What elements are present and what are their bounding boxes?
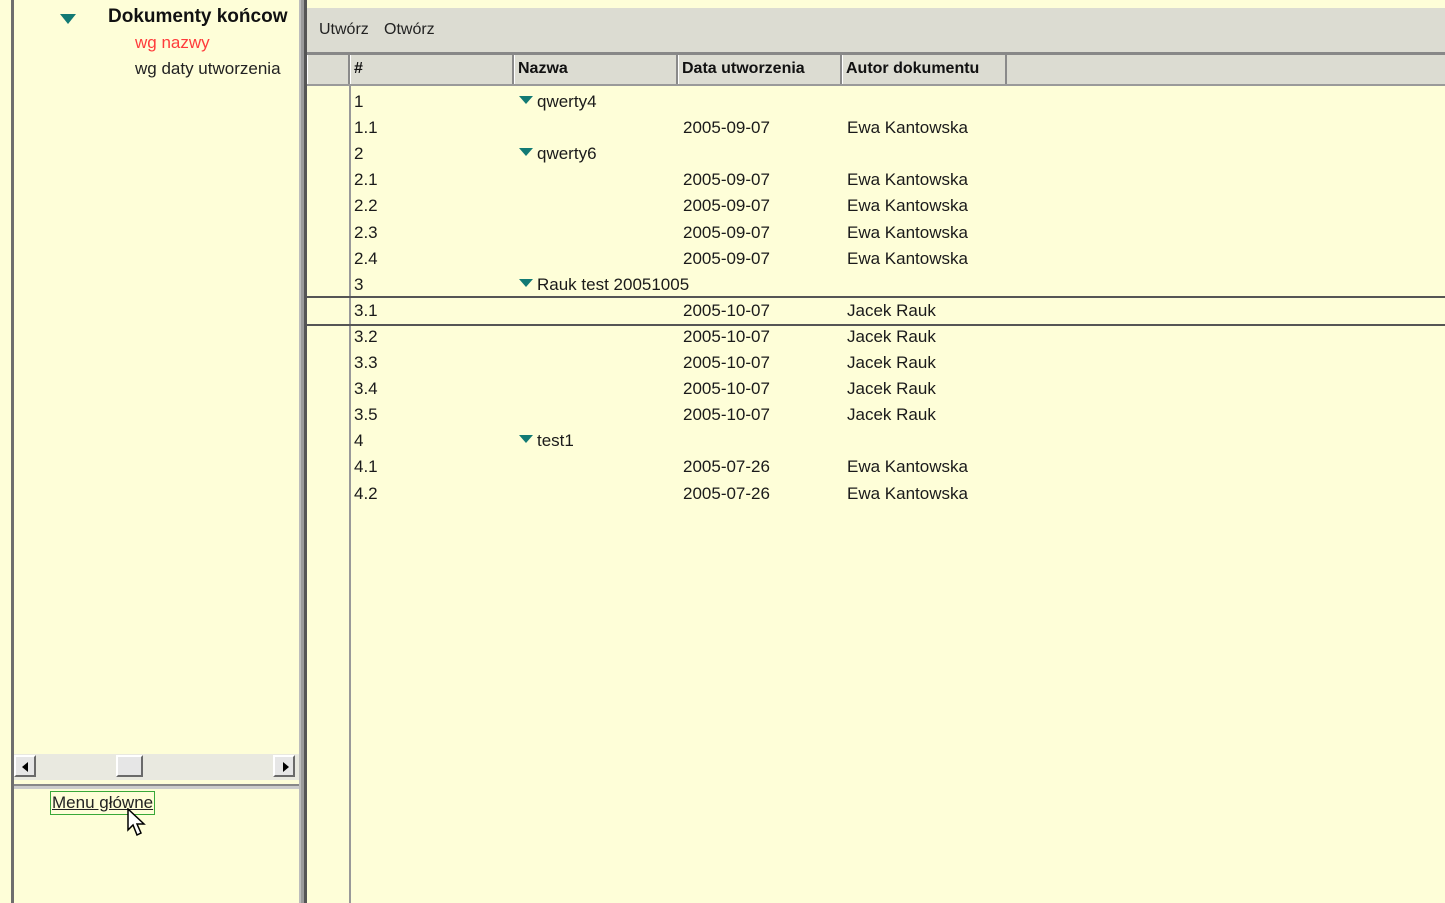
cell-number: 3 <box>354 274 364 294</box>
cell-number: 2.4 <box>354 248 378 268</box>
cell-number: 2.2 <box>354 196 378 216</box>
scroll-left-button[interactable] <box>14 755 36 777</box>
scrollbar-thumb[interactable] <box>116 755 143 777</box>
table-row[interactable]: 2.1 2005-09-07 Ewa Kantowska <box>307 167 1445 193</box>
cell-author: Ewa Kantowska <box>847 457 968 477</box>
cell-number: 3.4 <box>354 379 378 399</box>
cell-author: Ewa Kantowska <box>847 170 968 190</box>
cell-author: Jacek Rauk <box>847 405 936 425</box>
expand-arrow-icon[interactable] <box>519 148 533 157</box>
cell-number: 3.2 <box>354 326 378 346</box>
column-header-name[interactable]: Nazwa <box>514 55 678 84</box>
column-header-author[interactable]: Autor dokumentu <box>842 55 1007 84</box>
group-name: qwerty4 <box>537 92 597 111</box>
expand-arrow-icon[interactable] <box>60 14 76 24</box>
table-group-row[interactable]: 2 qwerty6 <box>307 141 1445 167</box>
cell-number: 3.1 <box>354 300 378 320</box>
cell-number: 2.3 <box>354 222 378 242</box>
table-row[interactable]: 3.3 2005-10-07 Jacek Rauk <box>307 350 1445 376</box>
navigation-panel: Dokumenty końcow wg nazwy wg daty utworz… <box>14 0 299 903</box>
cell-number: 4.2 <box>354 483 378 503</box>
arrow-right-icon <box>283 762 289 772</box>
table-row[interactable]: 3.5 2005-10-07 Jacek Rauk <box>307 402 1445 428</box>
cell-created-date: 2005-09-07 <box>683 248 770 268</box>
cell-name: test1 <box>519 428 574 454</box>
expand-arrow-icon[interactable] <box>519 435 533 444</box>
horizontal-scrollbar[interactable] <box>14 754 299 780</box>
expand-arrow-icon[interactable] <box>519 96 533 104</box>
cell-author: Ewa Kantowska <box>847 483 968 503</box>
cell-number: 4.1 <box>354 457 378 477</box>
expand-arrow-icon[interactable] <box>519 278 533 287</box>
cell-created-date: 2005-10-07 <box>683 300 770 320</box>
cell-created-date: 2005-10-07 <box>683 379 770 399</box>
cell-number: 3.3 <box>354 353 378 372</box>
cell-created-date: 2005-07-26 <box>683 457 770 477</box>
table-group-row[interactable]: 3 Rauk test 20051005 <box>307 272 1445 298</box>
open-button[interactable]: Otwórz <box>384 21 435 39</box>
column-header-blank <box>307 55 350 84</box>
cell-name: qwerty4 <box>519 89 597 115</box>
cell-created-date: 2005-09-07 <box>683 222 770 242</box>
table-row[interactable]: 4.1 2005-07-26 Ewa Kantowska <box>307 454 1445 480</box>
group-name: qwerty6 <box>537 144 597 164</box>
cell-name: qwerty6 <box>519 141 597 167</box>
cell-created-date: 2005-10-07 <box>683 326 770 346</box>
table-row[interactable]: 2.2 2005-09-07 Ewa Kantowska <box>307 193 1445 219</box>
cell-created-date: 2005-09-07 <box>683 118 770 138</box>
cell-author: Ewa Kantowska <box>847 118 968 138</box>
create-button[interactable]: Utwórz <box>319 21 369 39</box>
table-row[interactable]: 3.2 2005-10-07 Jacek Rauk <box>307 324 1445 350</box>
column-header-created-date[interactable]: Data utworzenia <box>678 55 842 84</box>
toolbar: Utwórz Otwórz <box>307 8 1445 52</box>
table-row[interactable]: 4.2 2005-07-26 Ewa Kantowska <box>307 481 1445 507</box>
cell-number: 3.5 <box>354 405 378 425</box>
table-row[interactable]: 2.4 2005-09-07 Ewa Kantowska <box>307 246 1445 272</box>
column-header-number[interactable]: # <box>350 55 514 84</box>
group-name: Rauk test 20051005 <box>537 274 690 294</box>
cell-created-date: 2005-09-07 <box>683 170 770 190</box>
cell-author: Jacek Rauk <box>847 300 936 320</box>
cell-created-date: 2005-09-07 <box>683 196 770 216</box>
cell-author: Ewa Kantowska <box>847 196 968 216</box>
cell-number: 1.1 <box>354 118 378 138</box>
cell-number: 2 <box>354 144 364 164</box>
cell-created-date: 2005-07-26 <box>683 483 770 503</box>
documents-table: 1 qwerty4 1.1 2005-09-07 Ewa Kantowska 2 qwert… <box>307 86 1445 903</box>
table-row[interactable]: 3.1 2005-10-07 Jacek Rauk <box>307 295 1445 326</box>
table-group-row[interactable]: 4 test1 <box>307 428 1445 454</box>
group-name: test1 <box>537 431 574 451</box>
cell-author: Ewa Kantowska <box>847 222 968 242</box>
table-row[interactable]: 2.3 2005-09-07 Ewa Kantowska <box>307 220 1445 246</box>
table-header: # Nazwa Data utworzenia Autor dokumentu <box>307 55 1445 86</box>
table-row[interactable]: 3.4 2005-10-07 Jacek Rauk <box>307 376 1445 402</box>
cell-author: Ewa Kantowska <box>847 248 968 268</box>
cell-author: Jacek Rauk <box>847 379 936 399</box>
tree-item-by-date[interactable]: wg daty utworzenia <box>135 59 281 79</box>
panel-splitter[interactable] <box>299 0 307 903</box>
table-group-row[interactable]: 1 qwerty4 <box>307 89 1445 115</box>
cell-created-date: 2005-10-07 <box>683 353 770 372</box>
cell-number: 1 <box>354 92 364 111</box>
arrow-left-icon <box>22 762 28 772</box>
panel-divider <box>14 784 299 789</box>
table-row[interactable]: 1.1 2005-09-07 Ewa Kantowska <box>307 115 1445 141</box>
mouse-pointer-icon <box>127 808 146 837</box>
cell-created-date: 2005-10-07 <box>683 405 770 425</box>
tree-item-by-name[interactable]: wg nazwy <box>135 33 210 53</box>
tree-node-label: Dokumenty końcow <box>108 6 288 27</box>
scroll-right-button[interactable] <box>273 755 295 777</box>
cell-number: 2.1 <box>354 170 378 190</box>
cell-author: Jacek Rauk <box>847 353 936 372</box>
cell-number: 4 <box>354 431 364 451</box>
cell-author: Jacek Rauk <box>847 326 936 346</box>
cell-name: Rauk test 20051005 <box>519 272 689 298</box>
